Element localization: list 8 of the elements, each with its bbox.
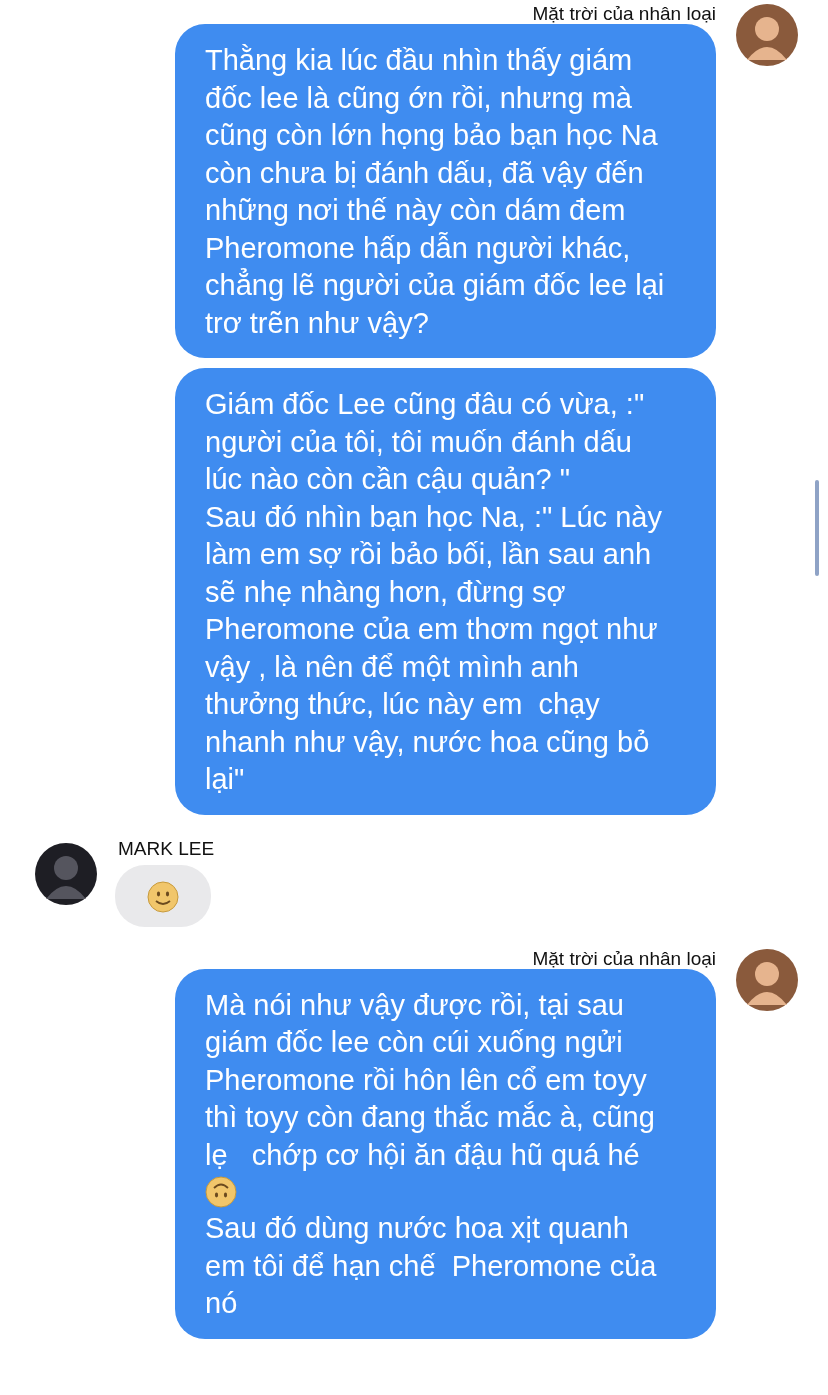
message-text: Sau đó dùng nước hoa xịt quanh em tôi để hạn chế Pheromone của nó <box>205 1211 658 1321</box>
message-text: Giám đốc Lee cũng đâu có vừa, :" người của tôi, tôi muốn đánh dấu lúc nào còn cần cậu quản? " <box>205 387 646 497</box>
sender-name: Mặt trời của nhân loại <box>532 2 716 26</box>
message-text: Thằng kia lúc đầu nhìn thấy giám đốc lee là cũng ớn rồi, nhưng mà cũng còn lớn họng bảo bạn học Na còn chưa bị đánh dấu, đã vậy đến những nơi thế này còn dám đem Pheromone hấp dẫn người khác, chẳng lẽ người của giám đốc lee lại trơ trẽn như vậy? <box>205 43 666 341</box>
sender-name: MARK LEE <box>117 836 215 861</box>
message-text: Mà nói như vậy được rồi, tại sau giám đốc lee còn cúi xuống ngửi Pheromone rồi hôn lên cổ em toyy thì toyy còn đang thắc mắc à, cũng lẹ chớp cơ hội ăn đậu hũ quá hé <box>205 987 656 1173</box>
sender-name: Mặt trời của nhân loại <box>532 946 716 971</box>
message-text: Sau đó nhìn bạn học Na, :" Lúc này làm em sợ rồi bảo bối, lần sau anh sẽ nhẹ nhàng hơn, đừng sợ Pheromone của em thơm ngọt như vậy , là nên để một mình anh thưởng thức, lúc này em chạy nhanh như vậy, nước hoa cũng bỏ lại" <box>205 499 663 797</box>
